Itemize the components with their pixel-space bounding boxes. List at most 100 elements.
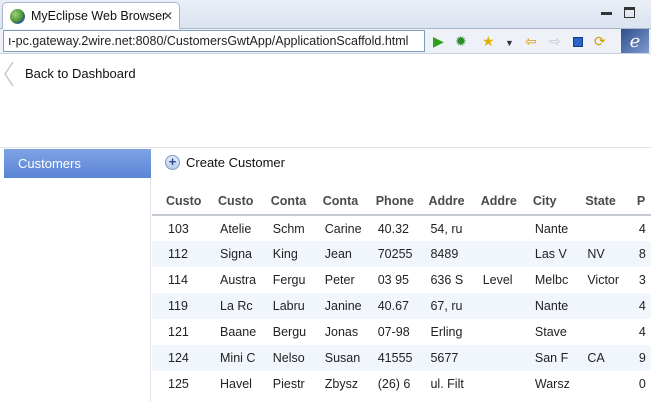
table-cell: [571, 293, 623, 319]
table-cell: 4: [622, 293, 651, 319]
sidebar: Customers: [0, 149, 151, 402]
table-cell: Stave: [534, 325, 567, 339]
minimize-icon[interactable]: [601, 7, 612, 15]
close-icon[interactable]: ✕: [163, 9, 173, 23]
table-cell: Melbc: [534, 273, 569, 287]
table-cell: 70255: [361, 241, 415, 267]
table-cell: San F: [518, 345, 572, 371]
column-header[interactable]: Custo: [204, 187, 257, 216]
table-cell: Level: [482, 273, 513, 287]
column-header[interactable]: Conta: [308, 187, 362, 216]
table-cell: NV: [571, 241, 623, 267]
table-row[interactable]: 124 Mini C Nelso Susan 41555 5677 San F …: [152, 345, 651, 371]
table-cell: 40.32: [377, 221, 409, 236]
page-header: Back to Dashboard: [0, 55, 651, 148]
run-icon[interactable]: ▶: [433, 33, 444, 49]
column-header[interactable]: Conta: [256, 187, 309, 216]
table-cell: Schm: [272, 221, 305, 236]
table-cell: 119: [152, 293, 204, 319]
table-cell: Mini C: [204, 345, 257, 371]
table-cell: Atelie: [220, 221, 252, 236]
table-cell: Victor: [587, 273, 620, 287]
table-row[interactable]: 125 Havel Piestr Zbysz (26) 6 ul. Filt W…: [152, 371, 651, 397]
customers-table: Custo Custo Conta Conta Phone Addre Addr…: [152, 187, 651, 402]
browser-toolbar: ı-pc.gateway.2wire.net:8080/CustomersGwt…: [0, 29, 651, 54]
back-arrow-icon[interactable]: ⇦: [525, 33, 537, 49]
column-header[interactable]: Custo: [152, 187, 204, 216]
table-cell: 124: [152, 345, 204, 371]
table-cell: 54, ru: [430, 221, 463, 236]
table-cell: Jonas: [324, 325, 359, 339]
table-row[interactable]: 114 Austra Fergu Peter 03 95 636 S Level…: [152, 267, 651, 293]
table-cell: Zbysz: [324, 377, 359, 391]
stop-icon[interactable]: [573, 37, 583, 47]
table-cell: [467, 319, 519, 345]
debug-icon[interactable]: ✹: [455, 33, 467, 49]
sidebar-item-customers[interactable]: Customers: [4, 149, 151, 178]
table-cell: 5677: [414, 345, 467, 371]
chevron-left-icon[interactable]: [3, 61, 15, 87]
table-cell: 03 95: [377, 273, 409, 287]
url-text: ı-pc.gateway.2wire.net:8080/CustomersGwt…: [8, 34, 409, 48]
table-header-row: Custo Custo Conta Conta Phone Addre Addr…: [152, 187, 651, 216]
table-cell: 67, ru: [414, 293, 467, 319]
myeclipse-logo-icon: e: [621, 29, 649, 53]
table-cell: 125: [168, 377, 189, 391]
table-cell: King: [256, 241, 309, 267]
table-cell: 3: [638, 273, 646, 287]
table-cell: [467, 215, 519, 241]
table-cell: Labru: [256, 293, 309, 319]
table-cell: Las V: [518, 241, 572, 267]
table-cell: Fergu: [272, 273, 306, 287]
table-cell: 8: [622, 241, 651, 267]
column-header[interactable]: City: [518, 187, 572, 216]
table-cell: Piestr: [272, 377, 305, 391]
table-cell: Susan: [308, 345, 362, 371]
url-input[interactable]: ı-pc.gateway.2wire.net:8080/CustomersGwt…: [3, 30, 425, 52]
table-cell: 114: [168, 273, 188, 287]
table-cell: 103: [168, 221, 189, 236]
view-tab-bar: MyEclipse Web Browser ✕: [0, 0, 651, 29]
column-header[interactable]: P: [622, 187, 651, 216]
column-header[interactable]: State: [571, 187, 623, 216]
table-cell: Erling: [430, 325, 463, 339]
table-cell: 112: [152, 241, 204, 267]
browser-tab-title: MyEclipse Web Browser: [31, 9, 167, 23]
table-cell: [466, 241, 519, 267]
create-customer-label: Create Customer: [186, 155, 285, 170]
table-row[interactable]: 121 Baane Bergu Jonas 07-98 Erling Stave…: [152, 319, 651, 345]
favorite-star-icon[interactable]: ★: [482, 33, 495, 49]
table-cell: Carine: [324, 221, 362, 236]
table-cell: Austra: [220, 273, 257, 287]
table-cell: Bergu: [272, 325, 307, 339]
column-header[interactable]: Phone: [361, 187, 415, 216]
back-to-dashboard-link[interactable]: Back to Dashboard: [25, 66, 136, 81]
refresh-icon[interactable]: ⟳: [594, 33, 606, 49]
table-cell: [571, 319, 623, 345]
add-icon: +: [165, 155, 180, 170]
forward-arrow-icon[interactable]: ⇨: [549, 33, 561, 49]
dropdown-arrow-icon[interactable]: ▼: [505, 35, 514, 51]
table-cell: Jean: [308, 241, 362, 267]
table-cell: (26) 6: [377, 377, 411, 391]
create-customer-button[interactable]: + Create Customer: [165, 155, 285, 170]
table-cell: 9: [622, 345, 651, 371]
table-cell: [571, 371, 623, 397]
table-cell: 41555: [361, 345, 415, 371]
maximize-icon[interactable]: [624, 7, 635, 18]
table-row[interactable]: 103 Atelie Schm Carine 40.32 54, ru Nant…: [152, 215, 651, 241]
table-cell: 07-98: [377, 325, 410, 339]
globe-icon: [10, 8, 25, 24]
table-cell: Signa: [204, 241, 257, 267]
table-row[interactable]: 112 Signa King Jean 70255 8489 Las V NV …: [152, 241, 651, 267]
table-cell: 40.67: [361, 293, 415, 319]
table-row[interactable]: 119 La Rc Labru Janine 40.67 67, ru Nant…: [152, 293, 651, 319]
table-cell: Havel: [220, 377, 252, 391]
table-cell: 8489: [414, 241, 467, 267]
column-header[interactable]: Addre: [414, 187, 467, 216]
browser-tab[interactable]: MyEclipse Web Browser ✕: [2, 2, 180, 29]
column-header[interactable]: Addre: [466, 187, 519, 216]
table-cell: [466, 345, 519, 371]
table-cell: 636 S: [430, 273, 464, 287]
table-cell: Nante: [518, 293, 572, 319]
